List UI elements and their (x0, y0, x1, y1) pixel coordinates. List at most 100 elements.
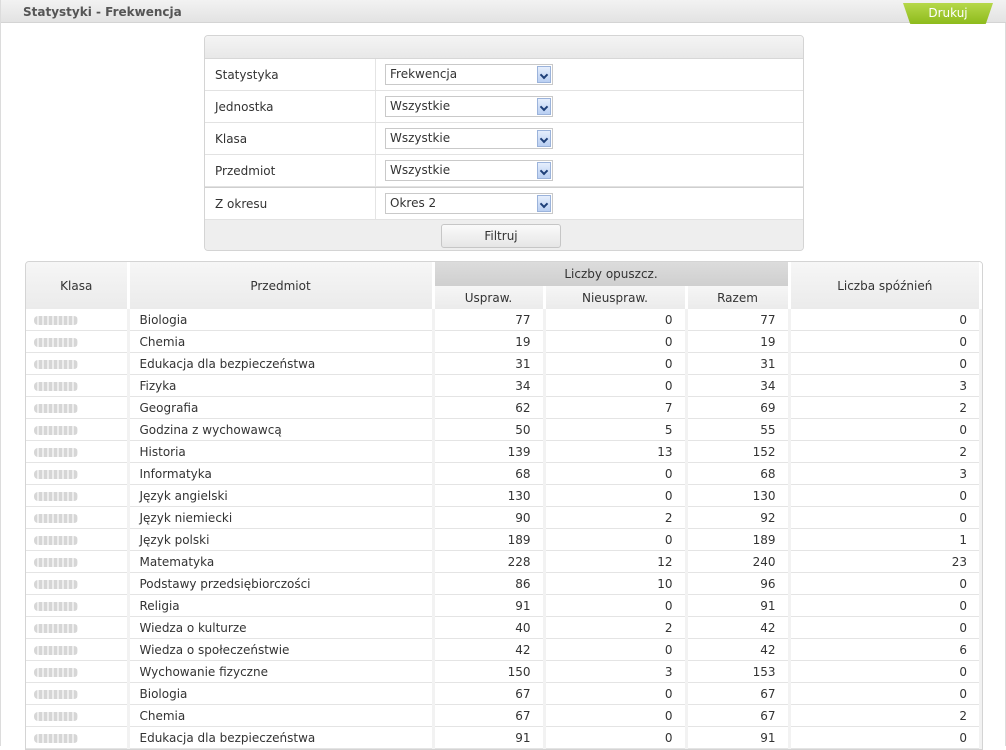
header-absences-group: Liczby opuszcz. (433, 262, 791, 286)
redacted-class-name (34, 491, 78, 501)
cell-nieuspraw: 10 (544, 572, 688, 595)
cell-uspraw: 19 (433, 330, 546, 353)
cell-uspraw: 91 (433, 594, 546, 617)
header-uspraw[interactable]: Uspraw. (433, 286, 546, 309)
cell-klasa (26, 550, 130, 573)
cell-razem: 34 (686, 374, 791, 397)
chevron-down-icon[interactable] (537, 195, 551, 212)
filter-panel: Statystyka Frekwencja Jednostka Wszystkie Kl… (204, 35, 804, 251)
header-spoznienia[interactable]: Liczba spóźnień (789, 262, 982, 309)
cell-razem: 69 (686, 396, 791, 419)
cell-spoznienia: 0 (789, 352, 982, 375)
chevron-down-icon[interactable] (537, 130, 551, 147)
cell-przedmiot: Religia (128, 594, 435, 617)
chevron-down-icon[interactable] (537, 98, 551, 115)
cell-spoznienia: 3 (789, 374, 982, 397)
cell-uspraw: 67 (433, 682, 546, 705)
redacted-class-name (34, 403, 78, 413)
select-value: Wszystkie (390, 131, 451, 145)
cell-spoznienia: 0 (789, 330, 982, 353)
cell-uspraw: 228 (433, 550, 546, 573)
cell-razem: 31 (686, 352, 791, 375)
select-value: Wszystkie (390, 163, 451, 177)
header-przedmiot[interactable]: Przedmiot (128, 262, 435, 309)
table-row: Język angielski 130 0 130 0 (26, 484, 982, 507)
cell-razem: 91 (686, 594, 791, 617)
header-nieuspraw[interactable]: Nieuspraw. (544, 286, 688, 309)
table-row: Fizyka 34 0 34 3 (26, 374, 982, 397)
attendance-table: Klasa Przedmiot Liczby opuszcz. Liczba s… (26, 262, 982, 749)
cell-przedmiot: Geografia (128, 396, 435, 419)
attendance-table-wrapper: Klasa Przedmiot Liczby opuszcz. Liczba s… (25, 261, 983, 750)
cell-przedmiot: Biologia (128, 682, 435, 705)
chevron-down-icon[interactable] (537, 66, 551, 83)
filter-rows: Statystyka Frekwencja Jednostka Wszystkie Kl… (205, 59, 803, 187)
cell-nieuspraw: 0 (544, 594, 688, 617)
cell-uspraw: 67 (433, 704, 546, 727)
cell-uspraw: 139 (433, 440, 546, 463)
cell-przedmiot: Matematyka (128, 550, 435, 573)
table-row: Edukacja dla bezpieczeństwa 31 0 31 0 (26, 352, 982, 375)
table-row: Informatyka 68 0 68 3 (26, 462, 982, 485)
cell-nieuspraw: 0 (544, 528, 688, 551)
filter-row-period: Z okresu Okres 2 (205, 187, 803, 220)
filter-row: Jednostka Wszystkie (205, 91, 803, 123)
cell-klasa (26, 638, 130, 661)
cell-przedmiot: Podstawy przedsiębiorczości (128, 572, 435, 595)
filter-label: Klasa (215, 132, 248, 146)
cell-uspraw: 77 (433, 309, 546, 331)
cell-klasa (26, 616, 130, 639)
period-select[interactable]: Okres 2 (385, 193, 553, 214)
header-razem[interactable]: Razem (686, 286, 791, 309)
redacted-class-name (34, 315, 78, 325)
cell-spoznienia: 23 (789, 550, 982, 573)
redacted-class-name (34, 359, 78, 369)
filter-select[interactable]: Wszystkie (385, 96, 553, 117)
cell-przedmiot: Wiedza o kulturze (128, 616, 435, 639)
cell-uspraw: 34 (433, 374, 546, 397)
filter-label: Przedmiot (215, 164, 276, 178)
cell-razem: 96 (686, 572, 791, 595)
cell-spoznienia: 3 (789, 462, 982, 485)
filter-select[interactable]: Frekwencja (385, 64, 553, 85)
cell-razem: 240 (686, 550, 791, 573)
table-row: Matematyka 228 12 240 23 (26, 550, 982, 573)
cell-klasa (26, 484, 130, 507)
cell-nieuspraw: 0 (544, 484, 688, 507)
page-frame: Statystyki - Frekwencja Drukuj Statystyk… (0, 0, 1006, 750)
header-bar: Statystyki - Frekwencja (1, 0, 1006, 23)
table-row: Język niemiecki 90 2 92 0 (26, 506, 982, 529)
cell-spoznienia: 2 (789, 440, 982, 463)
cell-klasa (26, 374, 130, 397)
cell-klasa (26, 660, 130, 683)
table-row: Wychowanie fizyczne 150 3 153 0 (26, 660, 982, 683)
print-button[interactable]: Drukuj (903, 3, 993, 24)
filter-select[interactable]: Wszystkie (385, 128, 553, 149)
redacted-class-name (34, 623, 78, 633)
cell-uspraw: 42 (433, 638, 546, 661)
select-value: Wszystkie (390, 99, 451, 113)
table-row: Religia 91 0 91 0 (26, 594, 982, 617)
filter-row: Statystyka Frekwencja (205, 59, 803, 91)
filter-select[interactable]: Wszystkie (385, 160, 553, 181)
cell-spoznienia: 1 (789, 528, 982, 551)
cell-klasa (26, 309, 130, 331)
filter-button[interactable]: Filtruj (441, 224, 561, 248)
header-klasa[interactable]: Klasa (26, 262, 130, 309)
cell-klasa (26, 352, 130, 375)
table-row: Geografia 62 7 69 2 (26, 396, 982, 419)
redacted-class-name (34, 667, 78, 677)
cell-spoznienia: 0 (789, 616, 982, 639)
cell-nieuspraw: 0 (544, 374, 688, 397)
filter-label: Statystyka (215, 68, 279, 82)
cell-razem: 55 (686, 418, 791, 441)
redacted-class-name (34, 711, 78, 721)
chevron-down-icon[interactable] (537, 162, 551, 179)
cell-klasa (26, 726, 130, 749)
table-row: Historia 139 13 152 2 (26, 440, 982, 463)
table-body: Biologia 77 0 77 0 Chemia 19 0 19 0 Edukacja dla b… (26, 309, 982, 749)
cell-nieuspraw: 5 (544, 418, 688, 441)
cell-nieuspraw: 0 (544, 462, 688, 485)
cell-spoznienia: 0 (789, 309, 982, 331)
cell-nieuspraw: 2 (544, 616, 688, 639)
